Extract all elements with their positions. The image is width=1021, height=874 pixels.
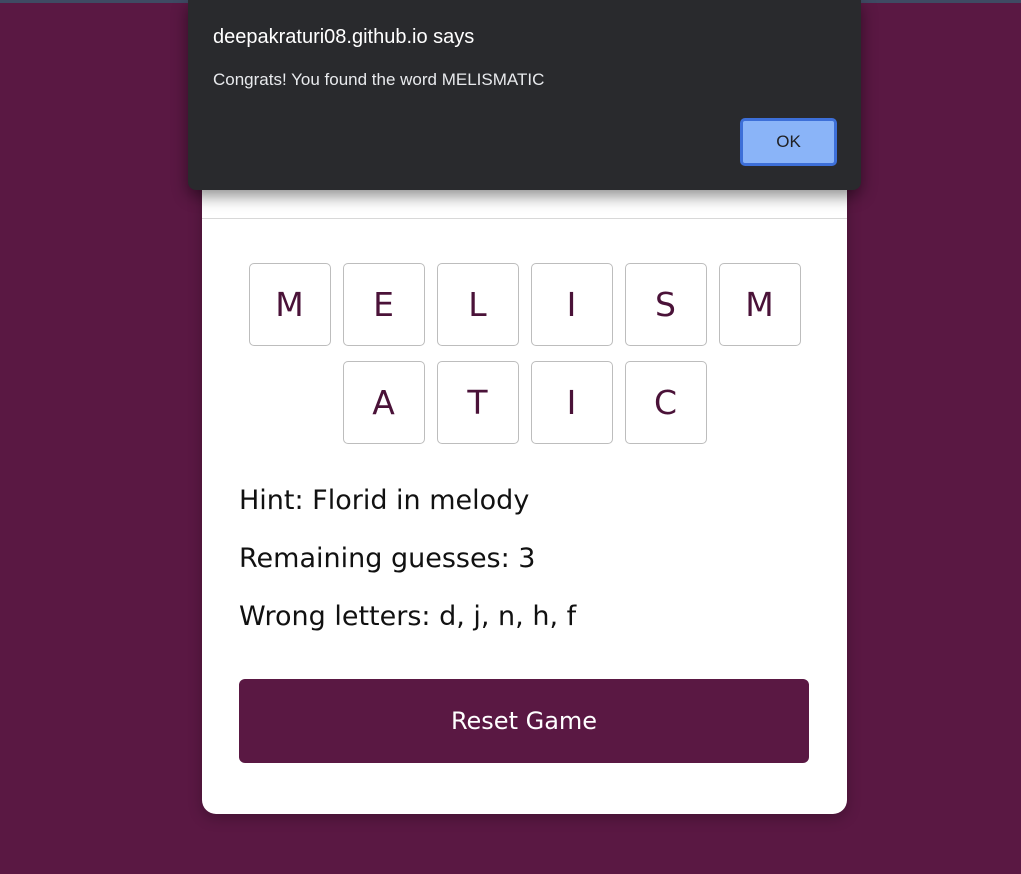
word-row-2: A T I C: [202, 361, 847, 444]
hint-text: Hint: Florid in melody: [239, 485, 530, 516]
letter-tile: T: [436, 361, 519, 444]
letter-tile: M: [248, 263, 331, 346]
letter-tile: S: [624, 263, 707, 346]
letter-tile: M: [718, 263, 801, 346]
ok-button[interactable]: OK: [740, 118, 837, 166]
wrong-letters-text: Wrong letters: d, j, n, h, f: [239, 601, 577, 632]
card-divider: [202, 218, 847, 219]
alert-dialog: deepakraturi08.github.io says Congrats! …: [188, 0, 861, 190]
letter-tile: E: [342, 263, 425, 346]
letter-tile: I: [530, 263, 613, 346]
remaining-guesses-text: Remaining guesses: 3: [239, 543, 536, 574]
letter-tile: I: [530, 361, 613, 444]
dialog-message: Congrats! You found the word MELISMATIC: [213, 70, 545, 89]
dialog-title: deepakraturi08.github.io says: [213, 26, 475, 48]
word-row-1: M E L I S M: [202, 263, 847, 346]
reset-game-button[interactable]: Reset Game: [239, 679, 809, 763]
letter-tile: C: [624, 361, 707, 444]
letter-tile: L: [436, 263, 519, 346]
letter-tile: A: [342, 361, 425, 444]
